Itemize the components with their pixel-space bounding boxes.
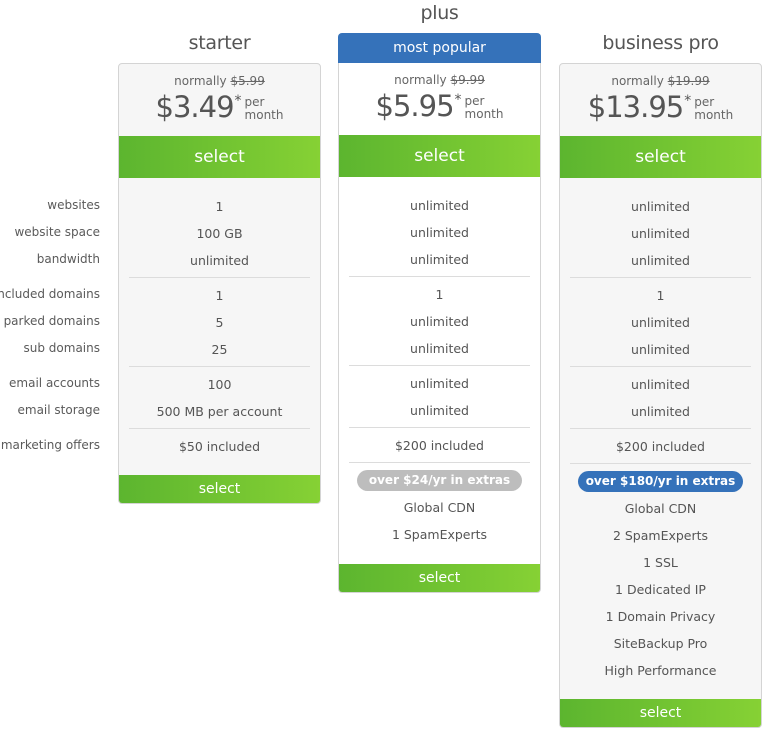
feature-value: unlimited — [631, 377, 690, 392]
price-area: normally $19.99 $13.95 * per month — [560, 64, 761, 136]
normally-label: normally — [394, 73, 447, 87]
extras-badge: over $180/yr in extras — [578, 471, 743, 492]
normally-label: normally — [174, 74, 227, 88]
feature-value: unlimited — [631, 342, 690, 357]
extra-item: High Performance — [604, 663, 717, 678]
plan-card-starter: normally $5.99 $3.49 * per month select 1… — [118, 63, 321, 504]
per-month: per month — [244, 95, 284, 122]
divider — [349, 462, 530, 463]
divider — [570, 277, 751, 278]
most-popular-badge: most popular — [338, 33, 541, 63]
normally-label: normally — [611, 74, 664, 88]
divider — [349, 427, 530, 428]
feature-value: unlimited — [631, 253, 690, 268]
feature-value: unlimited — [631, 226, 690, 241]
label-included-domains: included domains — [0, 287, 100, 301]
feature-value: unlimited — [631, 404, 690, 419]
extras-badge: over $24/yr in extras — [357, 470, 522, 491]
per-month: per month — [464, 94, 504, 121]
extra-item: 2 SpamExperts — [612, 528, 709, 543]
feature-value: unlimited — [410, 376, 469, 391]
feature-value: unlimited — [631, 315, 690, 330]
feature-value: $50 included — [178, 439, 261, 454]
label-email-accounts: email accounts — [9, 376, 100, 390]
extra-item: 1 SpamExperts — [391, 527, 488, 542]
normal-price: $19.99 — [667, 74, 710, 88]
plan-card-plus: normally $9.99 $5.95 * per month select u… — [338, 63, 541, 593]
divider — [129, 366, 310, 367]
plan-card-business-pro: normally $19.99 $13.95 * per month select… — [559, 63, 762, 728]
price-asterisk: * — [684, 93, 692, 109]
plan-title-starter: starter — [188, 32, 251, 54]
feature-value: 1 — [435, 287, 444, 302]
feature-value: 1 — [656, 288, 665, 303]
extra-item: Global CDN — [403, 500, 476, 515]
feature-value: unlimited — [190, 253, 249, 268]
divider — [349, 276, 530, 277]
label-bandwidth: bandwidth — [36, 252, 100, 266]
feature-value: 25 — [211, 342, 228, 357]
extra-item: SiteBackup Pro — [613, 636, 708, 651]
divider — [129, 428, 310, 429]
plan-title-business-pro: business pro — [602, 32, 719, 54]
price-asterisk: * — [234, 93, 242, 109]
bottom-select-button-business-pro[interactable]: select — [560, 699, 761, 727]
price-asterisk: * — [454, 92, 462, 108]
feature-value: 1 — [215, 288, 224, 303]
price: $3.49 — [155, 90, 235, 124]
feature-value: unlimited — [410, 341, 469, 356]
price-area: normally $9.99 $5.95 * per month — [339, 63, 540, 135]
select-button-plus[interactable]: select — [339, 135, 540, 177]
label-parked-domains: parked domains — [3, 314, 100, 328]
divider — [570, 428, 751, 429]
feature-value: 500 MB per account — [156, 404, 283, 419]
divider — [570, 463, 751, 464]
price-area: normally $5.99 $3.49 * per month — [119, 64, 320, 136]
select-button-starter[interactable]: select — [119, 136, 320, 178]
normal-price: $9.99 — [450, 73, 485, 87]
label-website-space: website space — [14, 225, 100, 239]
price: $13.95 — [587, 90, 684, 124]
divider — [349, 365, 530, 366]
feature-value: $200 included — [394, 438, 484, 453]
extra-item: 1 SSL — [643, 555, 678, 570]
extra-item: Global CDN — [624, 501, 697, 516]
feature-value: unlimited — [410, 314, 469, 329]
feature-value: 100 — [207, 377, 232, 392]
feature-value: unlimited — [631, 199, 690, 214]
divider — [570, 366, 751, 367]
feature-value: unlimited — [410, 225, 469, 240]
plan-title-plus: plus — [420, 2, 459, 24]
bottom-select-button-plus[interactable]: select — [339, 564, 540, 592]
label-sub-domains: sub domains — [23, 341, 100, 355]
per-month: per month — [694, 95, 734, 122]
feature-value: 100 GB — [196, 226, 243, 241]
label-marketing-offers: marketing offers — [0, 438, 100, 452]
bottom-select-button-starter[interactable]: select — [119, 475, 320, 503]
label-email-storage: email storage — [17, 403, 101, 417]
feature-value: unlimited — [410, 252, 469, 267]
feature-value: unlimited — [410, 403, 469, 418]
divider — [129, 277, 310, 278]
label-websites: websites — [47, 198, 100, 212]
price: $5.95 — [375, 89, 455, 123]
feature-value: 5 — [215, 315, 224, 330]
feature-value: unlimited — [410, 198, 469, 213]
feature-value: $200 included — [615, 439, 705, 454]
normal-price: $5.99 — [230, 74, 265, 88]
select-button-business-pro[interactable]: select — [560, 136, 761, 178]
extra-item: 1 Dedicated IP — [615, 582, 706, 597]
feature-value: 1 — [215, 199, 224, 214]
extra-item: 1 Domain Privacy — [605, 609, 716, 624]
